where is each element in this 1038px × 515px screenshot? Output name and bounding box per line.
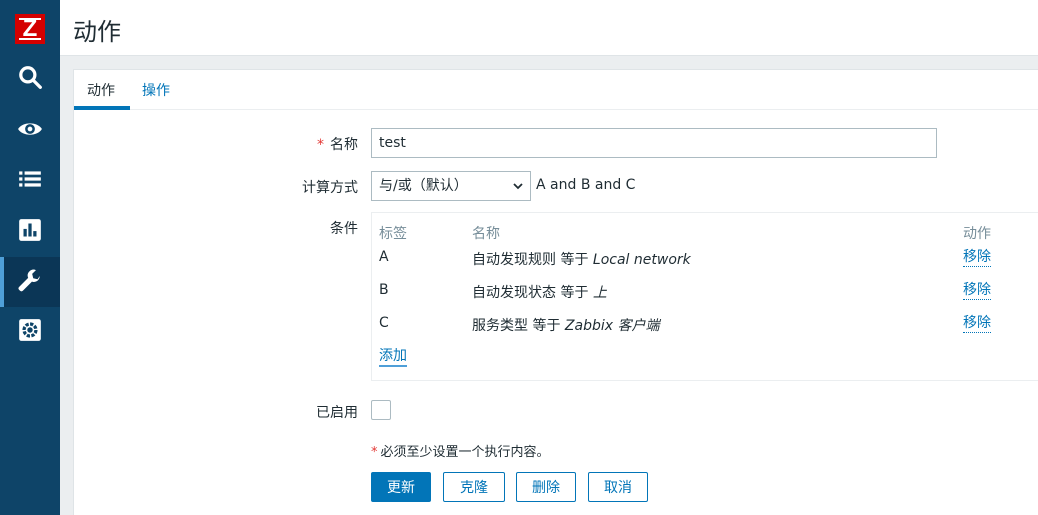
required-note: * 必须至少设置一个执行内容。 (371, 445, 550, 460)
chevron-down-icon (513, 183, 523, 190)
search-icon[interactable] (0, 52, 60, 102)
header-label: 标签 (379, 226, 407, 242)
eye-icon[interactable] (0, 104, 60, 154)
sidebar: Z (0, 0, 60, 515)
required-mark: * (317, 137, 324, 153)
formula-text: A and B and C (536, 177, 636, 193)
remove-link-a[interactable]: 移除 (963, 249, 991, 267)
calc-select-value: 与/或（默认） (379, 178, 468, 194)
active-tab-indicator (74, 106, 130, 110)
wrench-icon[interactable] (0, 257, 60, 307)
clone-button[interactable]: 克隆 (443, 472, 505, 502)
row-b-name: 自动发现状态 等于 上 (472, 285, 607, 301)
enabled-checkbox[interactable] (371, 400, 391, 420)
page-title: 动作 (73, 18, 121, 46)
header-name: 名称 (472, 226, 500, 242)
form-panel: 动作 操作 * 名称 test 计算方式 与/或（默认） A and B and … (73, 69, 1038, 515)
page-header: 动作 (60, 0, 1038, 56)
remove-link-c[interactable]: 移除 (963, 315, 991, 333)
header-action: 动作 (963, 226, 991, 242)
row-a-name: 自动发现规则 等于 Local network (472, 252, 691, 268)
calc-select[interactable]: 与/或（默认） (371, 171, 531, 201)
zabbix-logo[interactable]: Z (15, 14, 45, 44)
conditions-table: 标签 名称 动作 A 自动发现规则 等于 Local network 移除 B … (371, 212, 1038, 381)
calc-label: 计算方式 (302, 180, 358, 196)
update-button[interactable]: 更新 (371, 472, 431, 502)
logo-letter: Z (22, 15, 38, 42)
tab-operations[interactable]: 操作 (142, 80, 170, 100)
conditions-label: 条件 (330, 221, 358, 237)
delete-button[interactable]: 删除 (516, 472, 576, 502)
tab-bar: 动作 操作 (74, 70, 1038, 110)
enabled-label: 已启用 (316, 405, 358, 421)
row-c-label: C (379, 315, 389, 331)
remove-link-b[interactable]: 移除 (963, 282, 991, 300)
tab-action[interactable]: 动作 (87, 80, 115, 100)
name-label: * 名称 (317, 137, 358, 153)
row-a-label: A (379, 249, 389, 265)
list-icon[interactable] (0, 154, 60, 204)
name-input[interactable]: test (371, 128, 937, 158)
gear-icon[interactable] (0, 305, 60, 355)
row-b-label: B (379, 282, 389, 298)
bar-chart-icon[interactable] (0, 205, 60, 255)
add-condition-link[interactable]: 添加 (379, 348, 407, 367)
row-c-name: 服务类型 等于 Zabbix 客户端 (472, 318, 660, 334)
cancel-button[interactable]: 取消 (588, 472, 648, 502)
